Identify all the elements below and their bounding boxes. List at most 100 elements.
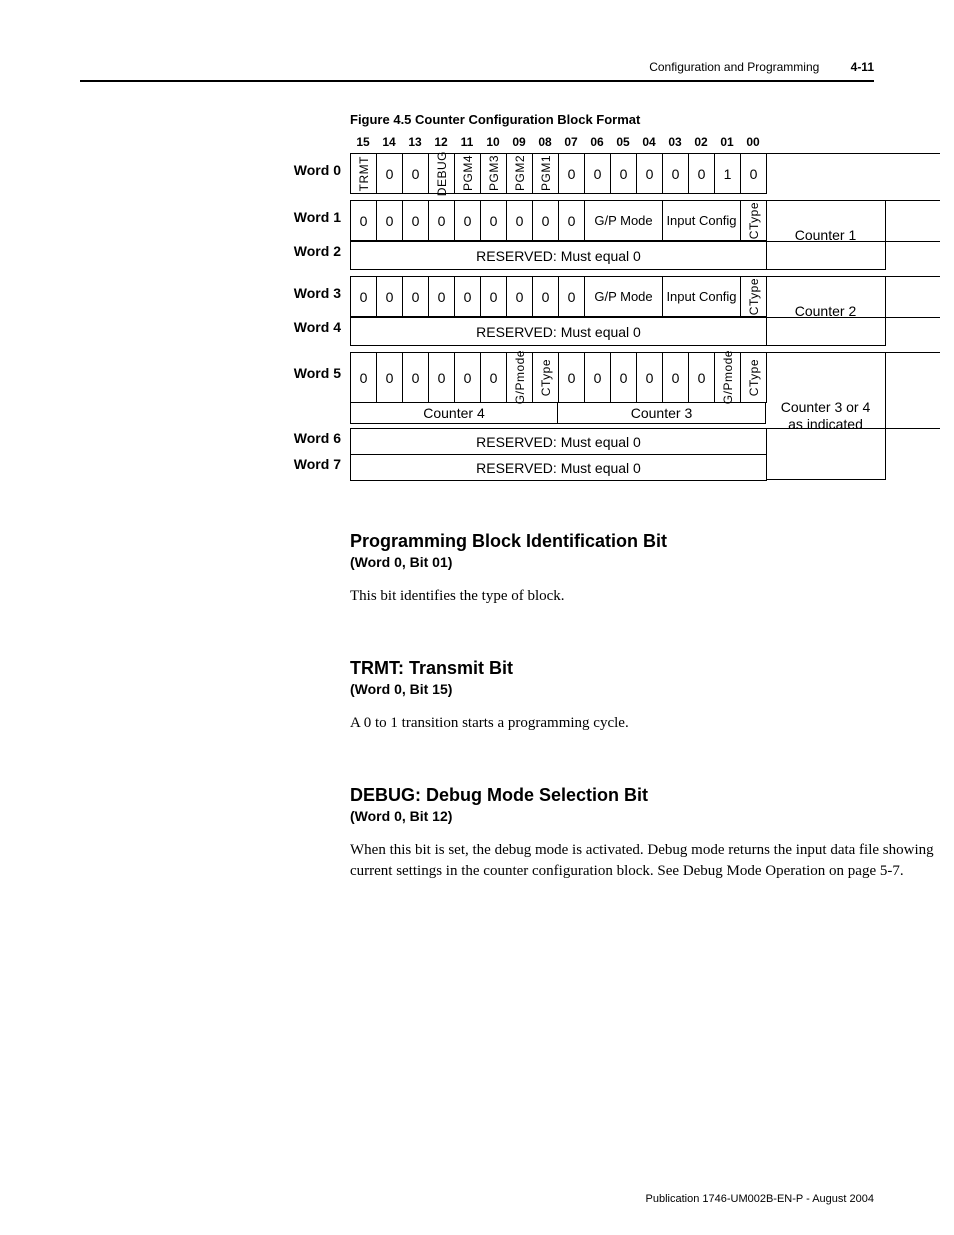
w5c4-4: 0 [455, 353, 481, 403]
w5c3-gp: G/Pmode [715, 353, 741, 403]
section-body: A 0 to 1 transition starts a programming… [350, 713, 940, 735]
section-trmt: TRMT: Transmit Bit (Word 0, Bit 15) A 0 … [350, 658, 940, 735]
word5-row: Word 5 0 0 0 0 0 0 G/Pmode CType 0 0 0 0… [350, 352, 940, 403]
w1-b12: 0 [429, 201, 455, 241]
word7-label: Word 7 [271, 456, 341, 472]
w1-b10: 0 [481, 201, 507, 241]
w0-b11: PGM4 [455, 154, 481, 194]
bit-col: 07 [558, 135, 584, 149]
w1-gpmode: G/P Mode [585, 201, 663, 241]
w5c3-5: 0 [689, 353, 715, 403]
w1-b11: 0 [455, 201, 481, 241]
section-subtitle: (Word 0, Bit 15) [350, 681, 940, 697]
w5c4-2: 0 [403, 353, 429, 403]
w5c3-ctype: CType [741, 353, 767, 403]
w0-b10: PGM3 [481, 154, 507, 194]
header-rule [80, 80, 874, 82]
w0-b13: 0 [403, 154, 429, 194]
word7-row: Word 7 RESERVED: Must equal 0 [350, 455, 940, 481]
figure-caption: Figure 4.5 Counter Configuration Block F… [350, 112, 940, 127]
bit-col: 15 [350, 135, 376, 149]
section-title: DEBUG: Debug Mode Selection Bit [350, 785, 940, 806]
w5c3-3: 0 [637, 353, 663, 403]
section-body: This bit identifies the type of block. [350, 586, 940, 608]
bit-col: 09 [506, 135, 532, 149]
section-debug: DEBUG: Debug Mode Selection Bit (Word 0,… [350, 785, 940, 884]
bit-col: 04 [636, 135, 662, 149]
section-body: When this bit is set, the debug mode is … [350, 840, 940, 884]
w3-b09: 0 [507, 277, 533, 317]
w1-b13: 0 [403, 201, 429, 241]
bit-col: 14 [376, 135, 402, 149]
word5-label: Word 5 [271, 365, 341, 381]
word4-row: Word 4 RESERVED: Must equal 0 [350, 317, 940, 346]
page: Configuration and Programming 4-11 Figur… [0, 0, 954, 1235]
section-title: Programming Block Identification Bit [350, 531, 940, 552]
section-title: TRMT: Transmit Bit [350, 658, 940, 679]
word0-row: Word 0 TRMT 0 0 DEBUG PGM4 PGM3 PGM2 PGM… [350, 153, 940, 194]
w4-reserved: RESERVED: Must equal 0 [351, 318, 767, 346]
w3-b10: 0 [481, 277, 507, 317]
w1-inputcfg: Input Config [663, 201, 741, 241]
word2-row: Word 2 RESERVED: Must equal 0 [350, 241, 940, 270]
w3-b15: 0 [351, 277, 377, 317]
w0-b05: 0 [611, 154, 637, 194]
section-subtitle: (Word 0, Bit 12) [350, 808, 940, 824]
w7-reserved: RESERVED: Must equal 0 [351, 455, 767, 481]
w3-b07: 0 [559, 277, 585, 317]
w2-reserved: RESERVED: Must equal 0 [351, 242, 767, 270]
w0-b07: 0 [559, 154, 585, 194]
w0-b01: 1 [715, 154, 741, 194]
w0-b06: 0 [585, 154, 611, 194]
bit-col: 05 [610, 135, 636, 149]
w5c3-2: 0 [611, 353, 637, 403]
w3-ctype: CType [741, 277, 767, 317]
w3-b14: 0 [377, 277, 403, 317]
bit-col: 03 [662, 135, 688, 149]
w3-b12: 0 [429, 277, 455, 317]
bit-col: 10 [480, 135, 506, 149]
w5c4-0: 0 [351, 353, 377, 403]
counter3-sublabel: Counter 3 [558, 403, 766, 424]
w1-b07: 0 [559, 201, 585, 241]
w5c4-1: 0 [377, 353, 403, 403]
w1-b15: 0 [351, 201, 377, 241]
page-number: 4-11 [851, 60, 874, 74]
bit-col: 12 [428, 135, 454, 149]
word0-label: Word 0 [271, 162, 341, 178]
w0-b15: TRMT [351, 154, 377, 194]
w3-inputcfg: Input Config [663, 277, 741, 317]
bit-col: 08 [532, 135, 558, 149]
section-prog-block-id: Programming Block Identification Bit (Wo… [350, 531, 940, 608]
w1-b14: 0 [377, 201, 403, 241]
word1-row: Word 1 0 0 0 0 0 0 0 0 0 G/P Mode Input … [350, 200, 940, 241]
w0-b08: PGM1 [533, 154, 559, 194]
w5c4-3: 0 [429, 353, 455, 403]
w5c4-gp: G/Pmode [507, 353, 533, 403]
w0-b02: 0 [689, 154, 715, 194]
word4-label: Word 4 [271, 319, 341, 335]
bit-col: 01 [714, 135, 740, 149]
footer-publication: Publication 1746-UM002B-EN-P - August 20… [646, 1193, 875, 1205]
w1-b08: 0 [533, 201, 559, 241]
bit-col: 02 [688, 135, 714, 149]
bit-col: 11 [454, 135, 480, 149]
w5c4-5: 0 [481, 353, 507, 403]
figure: 15 14 13 12 11 10 09 08 07 06 05 04 03 0… [350, 135, 940, 481]
bit-col: 06 [584, 135, 610, 149]
word6-label: Word 6 [271, 430, 341, 446]
bit-col: 00 [740, 135, 766, 149]
w5c3-0: 0 [559, 353, 585, 403]
w0-b03: 0 [663, 154, 689, 194]
section-subtitle: (Word 0, Bit 01) [350, 554, 940, 570]
word2-label: Word 2 [271, 243, 341, 259]
word6-row: Word 6 RESERVED: Must equal 0 [350, 428, 940, 455]
w1-ctype: CType [741, 201, 767, 241]
header-section: Configuration and Programming [649, 60, 819, 74]
w0-b00: 0 [741, 154, 767, 194]
w3-b11: 0 [455, 277, 481, 317]
w5c3-1: 0 [585, 353, 611, 403]
running-header: Configuration and Programming 4-11 [80, 60, 874, 74]
w0-b04: 0 [637, 154, 663, 194]
w0-b09: PGM2 [507, 154, 533, 194]
